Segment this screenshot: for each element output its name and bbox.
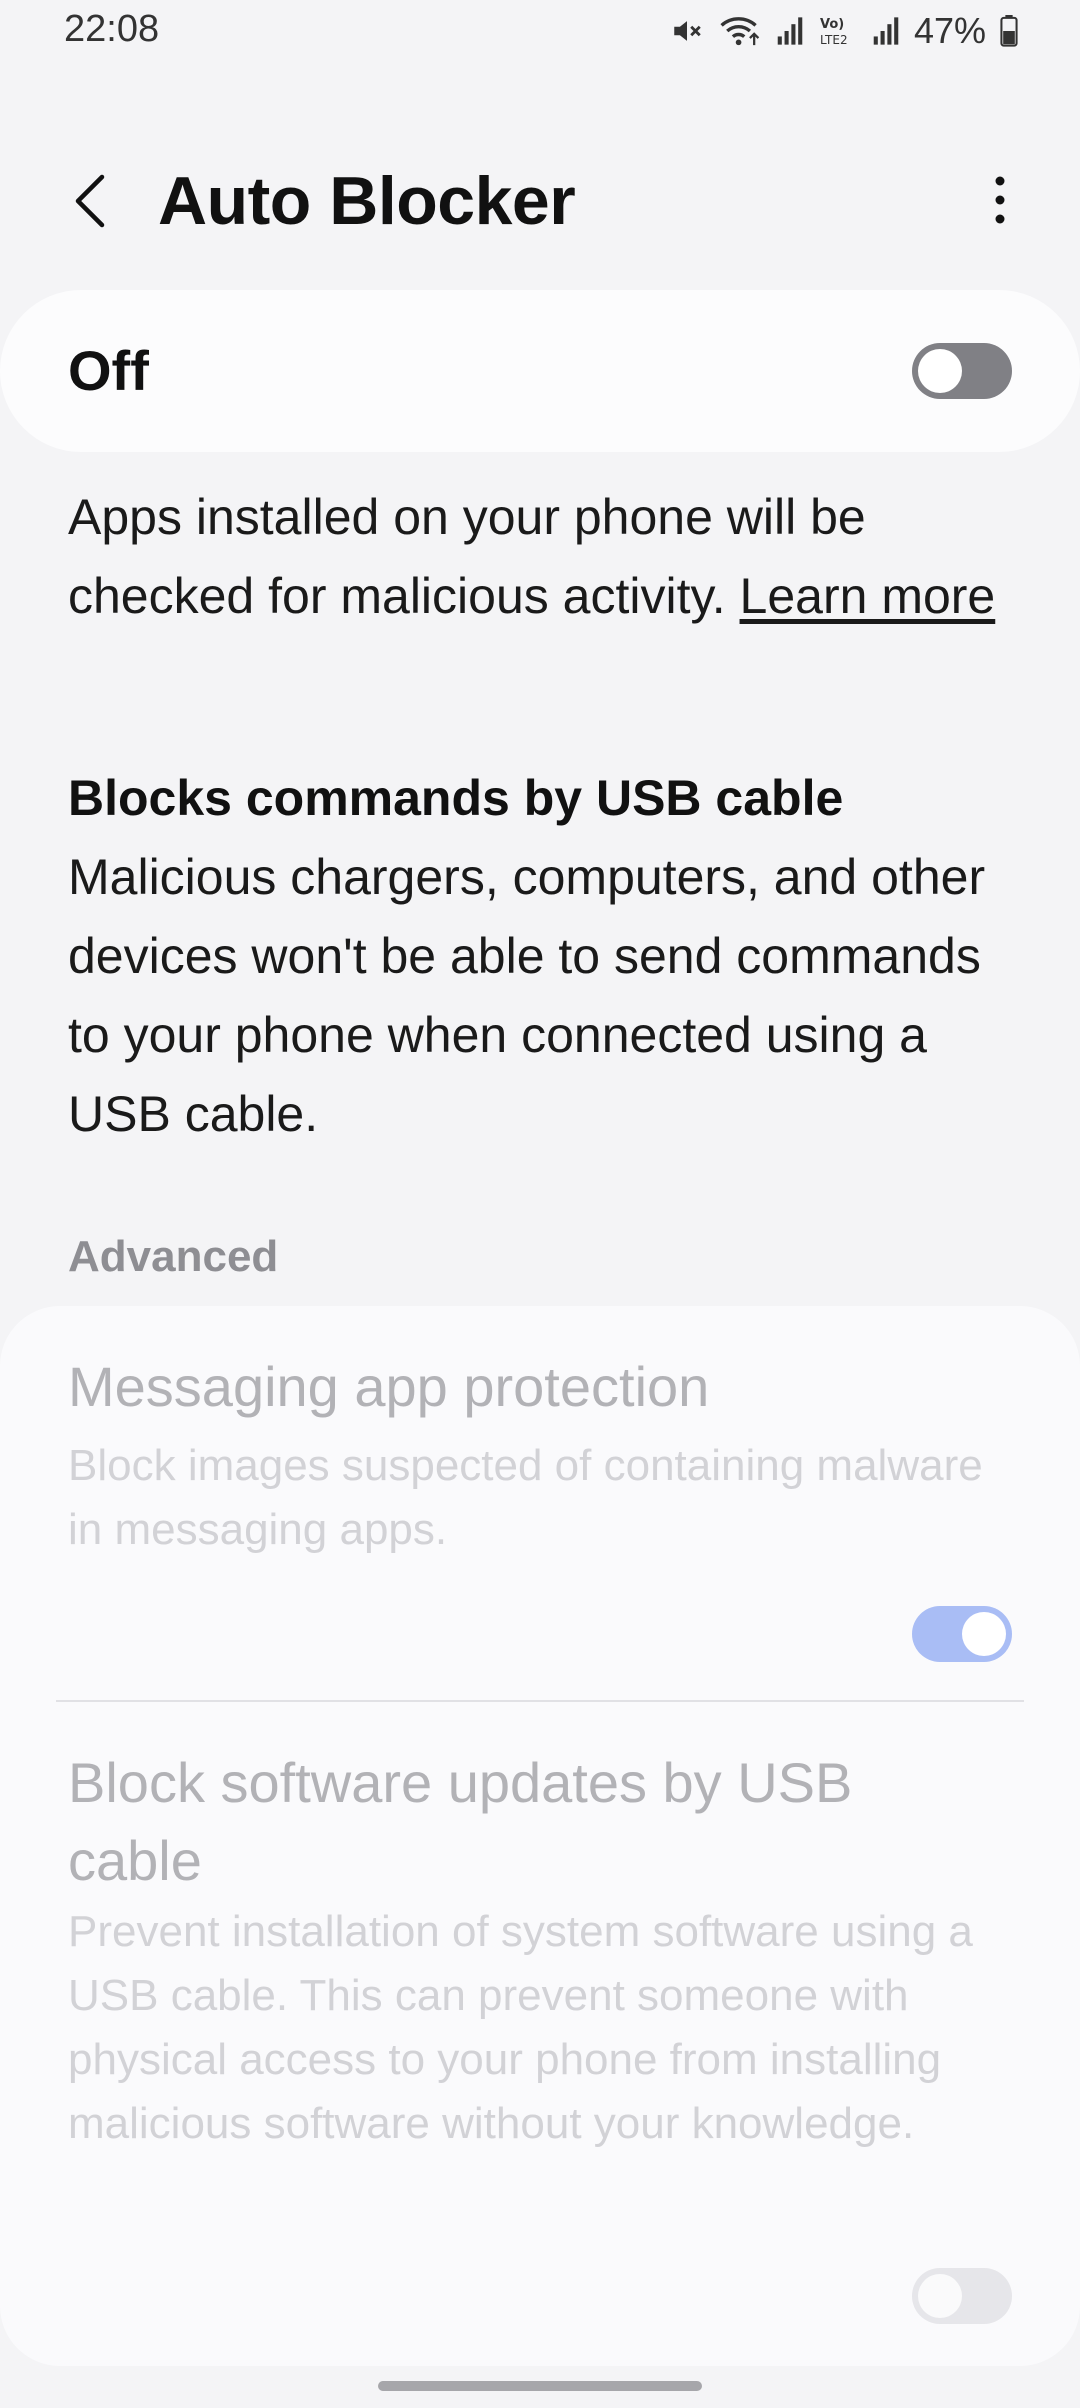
usb-info-body: Malicious chargers, computers, and other… [68, 849, 986, 1142]
signal-icon [776, 16, 804, 46]
toggle-knob [918, 2274, 962, 2318]
messaging-protection-title: Messaging app protection [68, 1355, 710, 1418]
battery-percentage: 47% [913, 10, 986, 51]
more-options-button[interactable] [980, 170, 1020, 230]
advanced-settings-card: Messaging app protection Block images su… [0, 1306, 1080, 2366]
usb-info-heading: Blocks commands by USB cable [68, 770, 844, 826]
status-icons: Vo) LTE2 47% [670, 10, 1018, 52]
block-usb-updates-toggle[interactable] [912, 2268, 1012, 2324]
toggle-knob [962, 1612, 1006, 1656]
app-bar: Auto Blocker [0, 150, 1080, 250]
svg-text:Vo): Vo) [820, 17, 844, 32]
learn-more-link[interactable]: Learn more [740, 568, 996, 624]
svg-text:LTE2: LTE2 [820, 33, 848, 47]
wifi-icon [718, 14, 762, 48]
page-title: Auto Blocker [158, 163, 576, 239]
navigation-gesture-handle[interactable] [378, 2381, 702, 2391]
volte-icon: Vo) LTE2 [818, 14, 858, 48]
toggle-knob [918, 349, 962, 393]
master-switch-card[interactable]: Off [0, 290, 1080, 452]
advanced-section-header: Advanced [68, 1232, 279, 1281]
more-vert-icon [995, 176, 1005, 224]
mute-icon [670, 14, 704, 48]
master-switch-label: Off [68, 339, 149, 402]
battery-icon [1000, 15, 1018, 47]
messaging-protection-description: Block images suspected of containing mal… [68, 1441, 983, 1554]
block-usb-updates-title: Block software updates by USB cable [68, 1751, 853, 1892]
signal-icon [872, 16, 900, 46]
divider [56, 1700, 1024, 1702]
feature-description: Apps installed on your phone will be che… [68, 478, 1018, 636]
block-usb-updates-description: Prevent installation of system software … [68, 1907, 973, 2148]
back-button[interactable] [60, 166, 120, 236]
status-time: 22:08 [64, 8, 160, 50]
status-bar: 22:08 Vo) LTE2 47% [0, 0, 1080, 64]
messaging-protection-toggle[interactable] [912, 1606, 1012, 1662]
master-switch-toggle[interactable] [912, 343, 1012, 399]
back-arrow-icon [75, 174, 105, 228]
